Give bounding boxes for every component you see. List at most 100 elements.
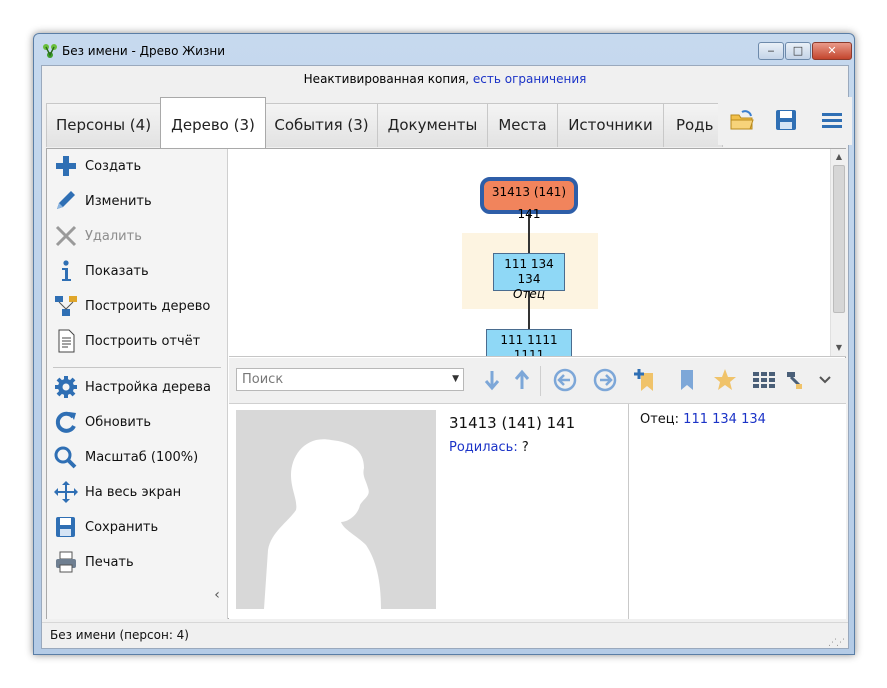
sidebar-item-save[interactable]: Сохранить [53, 514, 223, 540]
collapse-sidebar-button[interactable]: ‹ [207, 587, 227, 607]
client-area: Неактивированная копия, есть ограничения… [41, 65, 852, 649]
sidebar-label: Построить отчёт [85, 333, 201, 349]
tab-tree[interactable]: Дерево (3) [160, 97, 266, 148]
main-tabs: Персоны (4) Дерево (3) События (3) Докум… [46, 97, 852, 149]
sidebar-item-show[interactable]: Показать [53, 258, 223, 284]
notice-text: Неактивированная копия, [303, 72, 473, 86]
report-icon [58, 329, 75, 353]
maximize-button[interactable]: □ [785, 42, 811, 60]
sidebar-item-delete[interactable]: Удалить [53, 223, 223, 249]
father-info: Отец: 111 134 134 [640, 412, 766, 427]
tab-persons[interactable]: Персоны (4) [46, 103, 161, 147]
activation-notice: Неактивированная копия, есть ограничения [42, 66, 848, 94]
tree-node-grandfather[interactable]: 111 1111 1111 Дед [486, 329, 572, 357]
node-label: 111 1111 1111 [500, 333, 558, 357]
star-icon[interactable] [712, 367, 738, 393]
refresh-icon [55, 411, 76, 433]
sidebar-label: Настройка дерева [85, 379, 211, 395]
birth-info: Родилась: ? [449, 440, 529, 455]
sidebar-item-fullscreen[interactable]: На весь экран [53, 479, 223, 505]
app-window: Без имени - Древо Жизни ‒ □ ✕ Неактивиро… [33, 33, 855, 655]
add-bookmark-icon[interactable] [632, 367, 658, 393]
zoom-icon [54, 446, 77, 469]
search-combobox[interactable]: Поиск ▼ [236, 368, 464, 391]
resize-grip-icon[interactable]: ⋰⋰ [828, 631, 845, 655]
tab-actions [718, 97, 852, 145]
node-label: 111 134 134 [504, 257, 554, 286]
node-label: 31413 (141) 141 [491, 185, 567, 221]
born-label-link[interactable]: Родилась: [449, 440, 518, 455]
sidebar-item-print[interactable]: Печать [53, 549, 223, 575]
person-toolbar: Поиск ▼ [229, 358, 846, 404]
hamburger-menu-icon[interactable] [818, 107, 846, 133]
close-button[interactable]: ✕ [812, 42, 852, 60]
arrow-up-icon[interactable] [509, 367, 535, 393]
dropdown-arrow-icon[interactable]: ▼ [452, 374, 459, 384]
tab-relatives[interactable]: Родь [663, 103, 723, 147]
node-role: Отец [513, 287, 545, 301]
sidebar-label: На весь экран [85, 484, 182, 500]
scroll-down-arrow[interactable]: ▼ [831, 341, 846, 355]
sidebar-label: Печать [85, 554, 134, 570]
tab-sources[interactable]: Источники [557, 103, 664, 147]
sidebar-label: Обновить [85, 414, 152, 430]
sidebar-item-create[interactable]: Создать [53, 153, 223, 179]
sidebar-label: Сохранить [85, 519, 159, 535]
sidebar: Создать Изменить Удалить Показать Постро… [47, 149, 228, 619]
cross-icon [55, 225, 77, 247]
sidebar-item-edit[interactable]: Изменить [53, 188, 223, 214]
forward-circle-icon[interactable] [592, 367, 618, 393]
back-circle-icon[interactable] [552, 367, 578, 393]
tab-events[interactable]: События (3) [265, 103, 378, 147]
scroll-thumb[interactable] [833, 165, 845, 313]
details-divider [628, 404, 629, 619]
bookmark-icon[interactable] [674, 367, 700, 393]
save-disk-icon[interactable] [772, 107, 800, 133]
sidebar-item-tree-settings[interactable]: Настройка дерева [53, 374, 223, 400]
info-icon [62, 260, 71, 281]
tree-canvas[interactable]: 31413 (141) 141 111 134 134 Отец 111 111… [229, 149, 846, 357]
father-label: Отец: [640, 412, 684, 427]
father-link[interactable]: 111 134 134 [683, 412, 766, 427]
sidebar-item-zoom[interactable]: Масштаб (100%) [53, 444, 223, 470]
toolbar-separator [540, 366, 541, 396]
gear-icon [55, 376, 77, 398]
silhouette-icon [264, 439, 381, 609]
title-bar[interactable]: Без имени - Древо Жизни ‒ □ ✕ [34, 34, 854, 66]
sidebar-item-build-report[interactable]: Построить отчёт [53, 328, 223, 354]
limitations-link[interactable]: есть ограничения [473, 72, 586, 86]
tree-vertical-scrollbar[interactable]: ▲ ▼ [830, 149, 846, 356]
tree-node-father[interactable]: 111 134 134 Отец [493, 253, 565, 301]
sidebar-label: Удалить [85, 228, 142, 244]
person-name: 31413 (141) 141 [449, 414, 576, 432]
save-icon [56, 517, 75, 537]
sidebar-label: Показать [85, 263, 149, 279]
printer-icon [56, 551, 76, 573]
scroll-up-arrow[interactable]: ▲ [831, 150, 846, 164]
person-details: 31413 (141) 141 Родилась: ? Отец: 111 13… [229, 404, 846, 619]
sidebar-label: Масштаб (100%) [85, 449, 199, 465]
fullscreen-icon [54, 481, 78, 503]
minimize-button[interactable]: ‒ [758, 42, 784, 60]
status-bar: Без имени (персон: 4) ⋰⋰ [42, 622, 848, 648]
arrow-down-icon[interactable] [479, 367, 505, 393]
chevron-down-icon[interactable] [817, 367, 833, 393]
search-placeholder: Поиск [242, 372, 284, 387]
tree-view-icon[interactable] [785, 367, 803, 393]
tab-places[interactable]: Места [487, 103, 558, 147]
tree-node-root[interactable]: 31413 (141) 141 [480, 177, 578, 221]
sidebar-label: Изменить [85, 193, 152, 209]
sidebar-label: Построить дерево [85, 298, 211, 314]
pencil-icon [57, 191, 75, 209]
tab-documents[interactable]: Документы [377, 103, 488, 147]
sidebar-item-build-tree[interactable]: Построить дерево [53, 293, 223, 319]
open-folder-icon[interactable] [728, 107, 756, 133]
grid-icon[interactable] [751, 367, 777, 393]
sidebar-label: Создать [85, 158, 142, 174]
sidebar-item-refresh[interactable]: Обновить [53, 409, 223, 435]
plus-icon [56, 156, 76, 176]
born-value: ? [517, 440, 529, 455]
sidebar-divider [53, 367, 221, 368]
app-tree-icon [43, 44, 57, 58]
person-photo-placeholder [236, 410, 436, 609]
